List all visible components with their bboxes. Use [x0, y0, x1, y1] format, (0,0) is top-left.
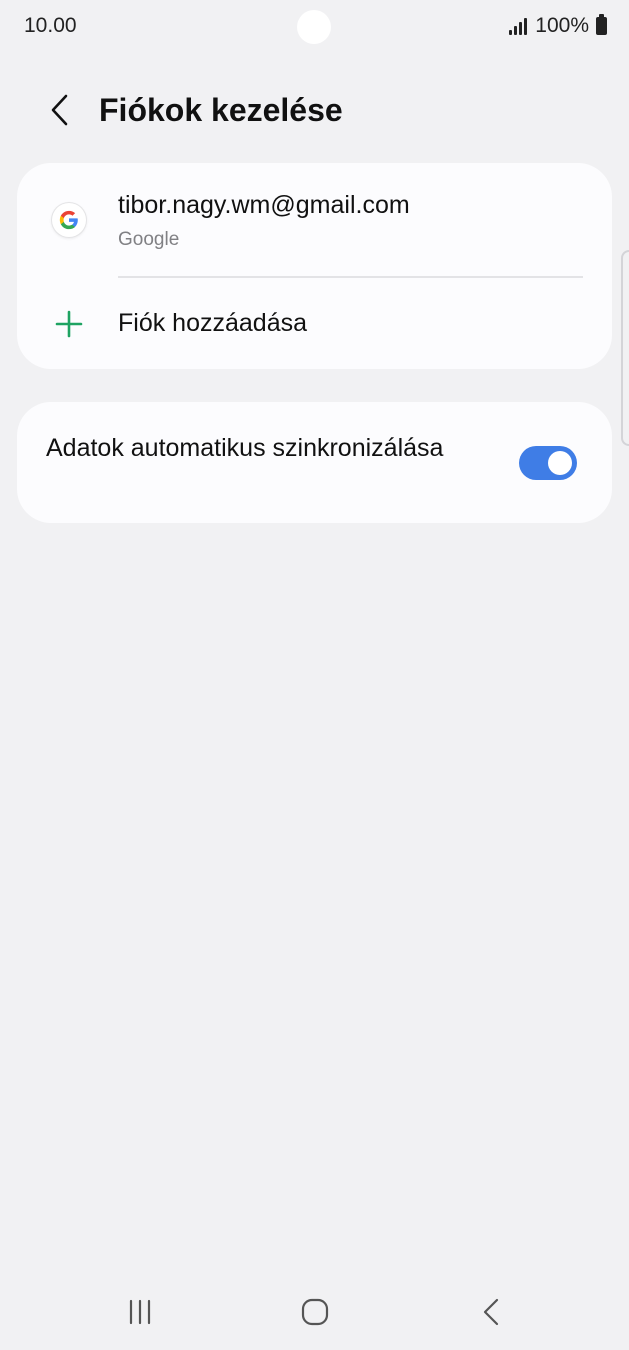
page-title: Fiókok kezelése [99, 92, 343, 128]
battery-level: 100% [535, 14, 589, 37]
header: Fiókok kezelése [0, 80, 629, 140]
battery-icon [596, 14, 607, 35]
recent-apps-icon [129, 1299, 151, 1325]
scroll-edge-handle[interactable] [621, 250, 629, 446]
navigation-bar [0, 1280, 629, 1344]
screen: 10.00 100% Fiókok kezelése tibor.nagy.wm… [0, 0, 629, 1350]
add-account-label: Fiók hozzáadása [118, 309, 308, 337]
camera-cutout [297, 10, 331, 44]
recent-apps-button[interactable] [110, 1292, 170, 1332]
sync-toggle[interactable] [519, 446, 577, 480]
chevron-left-icon [51, 94, 68, 126]
account-email: tibor.nagy.wm@gmail.com [118, 191, 410, 219]
nav-back-button[interactable] [462, 1292, 522, 1332]
accounts-card: tibor.nagy.wm@gmail.com Google Fiók hozz… [17, 163, 612, 369]
sync-card[interactable]: Adatok automatikus szinkronizálása [17, 402, 612, 523]
status-bar: 10.00 100% [0, 0, 629, 54]
account-type: Google [118, 229, 180, 250]
account-item-google[interactable]: tibor.nagy.wm@gmail.com Google [17, 163, 612, 277]
toggle-knob [548, 451, 572, 475]
plus-icon [55, 310, 83, 338]
back-icon [483, 1298, 499, 1326]
google-icon [52, 203, 86, 237]
back-button[interactable] [38, 88, 82, 132]
sync-label: Adatok automatikus szinkronizálása [46, 434, 444, 462]
add-account-button[interactable]: Fiók hozzáadása [17, 278, 612, 369]
status-indicators: 100% [509, 14, 607, 38]
signal-icon [509, 17, 528, 35]
home-button[interactable] [285, 1292, 345, 1332]
home-icon [301, 1298, 329, 1326]
status-time: 10.00 [24, 14, 77, 37]
